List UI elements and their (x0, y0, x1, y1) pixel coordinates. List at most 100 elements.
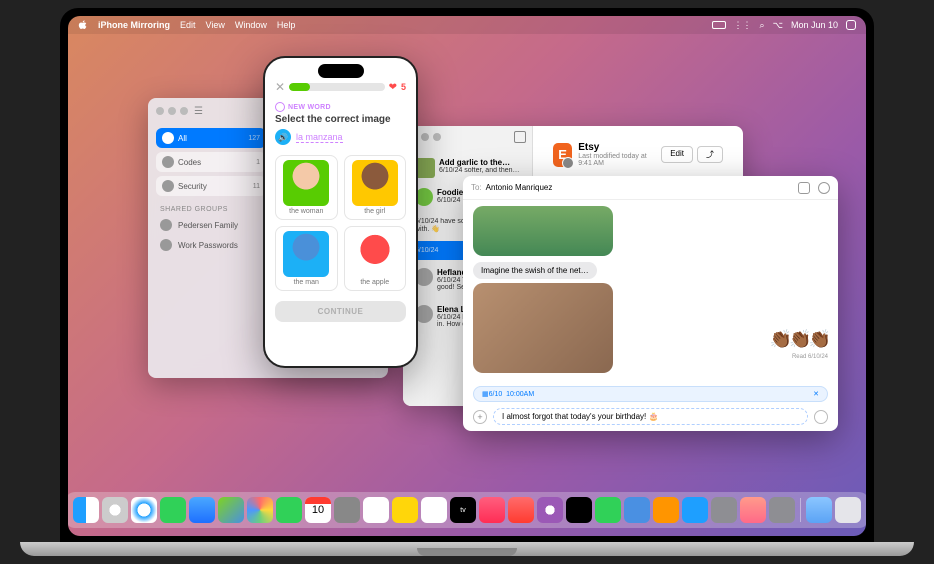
dock-passwords[interactable] (769, 497, 795, 523)
siri-icon[interactable] (846, 20, 856, 30)
shield-icon (162, 180, 174, 192)
dock-messages[interactable] (160, 497, 186, 523)
menu-window[interactable]: Window (235, 20, 267, 30)
dock-numbers[interactable] (595, 497, 621, 523)
answer-card-woman[interactable]: the woman (275, 155, 338, 220)
read-receipt: Read 6/10/24 (792, 354, 828, 360)
answer-grid: the woman the girl the man the apple (265, 149, 416, 297)
girl-illustration-icon (352, 160, 398, 206)
message-input[interactable] (493, 408, 808, 425)
control-center-icon[interactable]: ⌥ (773, 20, 783, 31)
category-all[interactable]: All127 (156, 128, 266, 148)
menu-view[interactable]: View (206, 20, 225, 30)
category-security[interactable]: Security11 (156, 176, 266, 196)
answer-card-man[interactable]: the man (275, 226, 338, 291)
dock-photos[interactable] (247, 497, 273, 523)
note-subtitle: Last modified today at 9:41 AM (578, 153, 655, 167)
conversation-header: To: Antonio Manriquez (463, 176, 838, 200)
sidebar-toggle-icon[interactable]: ☰ (194, 106, 203, 117)
continue-button[interactable]: CONTINUE (275, 301, 406, 322)
dock-finder[interactable] (73, 497, 99, 523)
man-illustration-icon (283, 231, 329, 277)
dock-notes[interactable] (392, 497, 418, 523)
received-bubble[interactable]: Imagine the swish of the net… (473, 262, 597, 279)
group-icon (160, 219, 172, 231)
hearts-count: 5 (401, 82, 406, 92)
prompt-text: Select the correct image (275, 114, 406, 125)
recipient-name[interactable]: Antonio Manriquez (486, 183, 553, 192)
compose-icon[interactable] (514, 131, 526, 143)
search-icon[interactable]: ⌕ (760, 20, 765, 31)
answer-card-girl[interactable]: the girl (344, 155, 407, 220)
scheduled-send-pill[interactable]: ▦ 6/10 10:00AM ✕ (473, 386, 828, 402)
dock-facetime[interactable] (276, 497, 302, 523)
dock-downloads[interactable] (806, 497, 832, 523)
apple-logo-icon[interactable] (78, 20, 88, 30)
message-thread[interactable]: Imagine the swish of the net… 👏🏾👏🏾👏🏾 Rea… (463, 200, 838, 382)
messages-window: To: Antonio Manriquez Imagine the swish … (463, 176, 838, 431)
dock-appstore[interactable] (682, 497, 708, 523)
dock-news[interactable] (508, 497, 534, 523)
dock-freeform[interactable] (421, 497, 447, 523)
battery-icon[interactable] (712, 21, 726, 29)
heart-icon: ❤ (389, 82, 397, 93)
info-icon[interactable] (818, 182, 830, 194)
iphone-mirror-window: ✕ ❤ 5 NEW WORD Select the correct image … (263, 56, 418, 368)
category-codes[interactable]: Codes1 (156, 152, 266, 172)
dock-mail[interactable] (189, 497, 215, 523)
menu-help[interactable]: Help (277, 20, 296, 30)
attach-button[interactable]: + (473, 410, 487, 424)
calendar-icon: ▦ (482, 390, 489, 398)
dock-keynote[interactable] (624, 497, 650, 523)
dock-settings[interactable] (711, 497, 737, 523)
dynamic-island (318, 64, 364, 78)
answer-card-apple[interactable]: the apple (344, 226, 407, 291)
dock-stocks[interactable] (566, 497, 592, 523)
menubar-clock[interactable]: Mon Jun 10 (791, 20, 838, 30)
dock: tv (68, 492, 866, 528)
dock-separator (800, 498, 801, 522)
share-button[interactable]: ⤴ (697, 146, 723, 163)
note-title: Etsy (578, 142, 655, 153)
emoji-picker-icon[interactable] (814, 410, 828, 424)
word-row: 🔊 la manzana (275, 129, 406, 145)
edit-button[interactable]: Edit (661, 146, 693, 163)
group-icon (160, 239, 172, 251)
etsy-app-icon: E (553, 143, 572, 167)
menubar: iPhone Mirroring Edit View Window Help ⋮… (68, 16, 866, 34)
received-image[interactable] (473, 283, 613, 373)
clock-icon (162, 156, 174, 168)
conversation-pane: To: Antonio Manriquez Imagine the swish … (463, 176, 838, 431)
window-traffic-lights[interactable] (156, 107, 188, 115)
dock-podcasts[interactable] (537, 497, 563, 523)
dock-calendar[interactable] (305, 497, 331, 523)
dock-trash[interactable] (835, 497, 861, 523)
video-call-icon[interactable] (798, 182, 810, 194)
dock-reminders[interactable] (363, 497, 389, 523)
apple-illustration-icon (352, 231, 398, 277)
dock-launchpad[interactable] (102, 497, 128, 523)
received-image[interactable] (473, 206, 613, 256)
dock-tv[interactable]: tv (450, 497, 476, 523)
to-label: To: (471, 183, 482, 192)
new-word-badge: NEW WORD (275, 102, 406, 112)
tapback-emoji[interactable]: 👏🏾👏🏾👏🏾 (770, 329, 828, 350)
progress-bar (289, 83, 385, 91)
target-word[interactable]: la manzana (296, 132, 343, 143)
macbook-notch (417, 548, 517, 556)
wifi-icon[interactable]: ⋮⋮ (734, 20, 752, 31)
dock-safari[interactable] (131, 497, 157, 523)
dock-maps[interactable] (218, 497, 244, 523)
menubar-app-name[interactable]: iPhone Mirroring (98, 20, 170, 30)
menu-edit[interactable]: Edit (180, 20, 196, 30)
dock-iphone-mirroring[interactable] (740, 497, 766, 523)
dock-pages[interactable] (653, 497, 679, 523)
woman-illustration-icon (283, 160, 329, 206)
star-icon (162, 132, 174, 144)
dock-contacts[interactable] (334, 497, 360, 523)
speaker-icon[interactable]: 🔊 (275, 129, 291, 145)
dock-music[interactable] (479, 497, 505, 523)
cancel-schedule-button[interactable]: ✕ (813, 390, 819, 398)
close-lesson-button[interactable]: ✕ (275, 80, 285, 94)
message-compose-row: + (473, 408, 828, 425)
